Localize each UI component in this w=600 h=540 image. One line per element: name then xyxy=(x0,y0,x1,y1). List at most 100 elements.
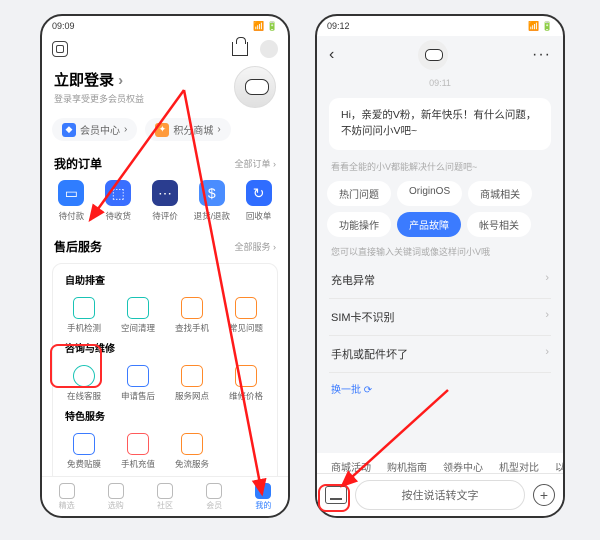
tab-bar: 精选 选购 社区 会员 我的 xyxy=(42,476,288,516)
faq-icon xyxy=(235,297,257,319)
faq-broken[interactable]: 手机或配件坏了› xyxy=(329,336,551,373)
cleanup-icon xyxy=(127,297,149,319)
svc-dataflow[interactable]: 免流服务 xyxy=(165,427,219,476)
orders-row: ▭待付款 ⬚待收货 ⋯待评价 $退货/退款 ↻回收单 xyxy=(42,174,288,230)
chat-icon: ⋯ xyxy=(152,180,178,206)
chat-area: ‹ ··· 09:11 Hi，亲爱的V粉，新年快乐！有什么问题，不妨问问小V吧~… xyxy=(317,36,563,518)
bot-avatar-icon[interactable] xyxy=(418,40,448,70)
form-icon xyxy=(127,365,149,387)
crown-icon xyxy=(206,483,222,499)
mini-avatar-icon[interactable] xyxy=(260,40,278,58)
tab-shop[interactable]: 选购 xyxy=(91,477,140,516)
status-right: 📶 🔋 xyxy=(528,21,553,32)
chat-input-bar: 按住说话转文字 + xyxy=(317,473,563,516)
login-title: 立即登录 xyxy=(54,69,144,90)
svc-apply[interactable]: 申请售后 xyxy=(111,359,165,408)
tag-compare[interactable]: 机型对比 xyxy=(499,459,539,474)
svc-online-cs[interactable]: 在线客服 xyxy=(57,359,111,408)
svc-price[interactable]: 维修价格 xyxy=(219,359,273,408)
pill-function[interactable]: 功能操作 xyxy=(327,212,391,237)
phone-check-icon xyxy=(73,297,95,319)
chevron-right-icon: › xyxy=(545,346,549,362)
pill-originos[interactable]: OriginOS xyxy=(397,181,462,206)
headset-icon xyxy=(73,365,95,387)
hint2: 您可以直接输入关键词或像这样问小V哦 xyxy=(317,241,563,262)
tab-community[interactable]: 社区 xyxy=(140,477,189,516)
location-icon xyxy=(181,365,203,387)
recycle-icon: ↻ xyxy=(246,180,272,206)
back-icon[interactable]: ‹ xyxy=(329,46,334,64)
orders-head: 我的订单 全部订单 › xyxy=(42,153,288,174)
pill-account[interactable]: 帐号相关 xyxy=(467,212,531,237)
chevron-right-icon: › xyxy=(545,309,549,325)
svc-topup[interactable]: 手机充值 xyxy=(111,427,165,476)
pill-mall[interactable]: 商城相关 xyxy=(468,181,532,206)
tab-member[interactable]: 会员 xyxy=(190,477,239,516)
tag-coupon[interactable]: 领券中心 xyxy=(443,459,483,474)
service-card: 自助排查 手机检测 空间清理 查找手机 常见问题 咨询与维修 在线客服 申请售后… xyxy=(52,263,278,485)
tab-mine[interactable]: 我的 xyxy=(239,477,288,516)
voice-input[interactable]: 按住说话转文字 xyxy=(355,480,525,510)
top-bar xyxy=(42,36,288,62)
order-pending-ship[interactable]: ⬚待收货 xyxy=(95,180,142,222)
phone-right: 09:12 📶 🔋 ‹ ··· 09:11 Hi，亲爱的V粉，新年快乐！有什么问… xyxy=(315,14,565,518)
order-refund[interactable]: $退货/退款 xyxy=(188,180,235,222)
hint1: 看看全能的小V都能解决什么问题吧~ xyxy=(317,156,563,177)
order-pending-pay[interactable]: ▭待付款 xyxy=(48,180,95,222)
heart-icon xyxy=(59,483,75,499)
group1-head: 自助排查 xyxy=(57,272,273,291)
bag-icon xyxy=(108,483,124,499)
chip-row: ◆会员中心› ✦积分商城› xyxy=(42,112,288,147)
timestamp: 09:11 xyxy=(317,74,563,92)
orders-more[interactable]: 全部订单 › xyxy=(235,157,277,170)
wallet-icon: ▭ xyxy=(58,180,84,206)
login-sub: 登录享受更多会员权益 xyxy=(54,92,144,105)
refresh-link[interactable]: 换一批 ⟳ xyxy=(317,373,563,404)
pill-hot[interactable]: 热门问题 xyxy=(327,181,391,206)
faq-sim[interactable]: SIM卡不识别› xyxy=(329,299,551,336)
refund-icon: $ xyxy=(199,180,225,206)
login-row[interactable]: 立即登录 登录享受更多会员权益 xyxy=(42,62,288,112)
status-time: 09:12 xyxy=(327,21,350,31)
tag-guide[interactable]: 购机指南 xyxy=(387,459,427,474)
group2-head: 咨询与维修 xyxy=(57,340,273,359)
service-more[interactable]: 全部服务 › xyxy=(235,240,277,253)
chevron-right-icon: › xyxy=(545,272,549,288)
diamond-icon: ◆ xyxy=(62,123,76,137)
svc-faq[interactable]: 常见问题 xyxy=(219,291,273,340)
tag-more[interactable]: 以 xyxy=(555,459,563,474)
tab-featured[interactable]: 精选 xyxy=(42,477,91,516)
tag-mall-event[interactable]: 商城活动 xyxy=(331,459,371,474)
svc-cleanup[interactable]: 空间清理 xyxy=(111,291,165,340)
pill-fault[interactable]: 产品故障 xyxy=(397,212,461,237)
chip-member[interactable]: ◆会员中心› xyxy=(52,118,137,141)
community-icon xyxy=(157,483,173,499)
svc-find[interactable]: 查找手机 xyxy=(165,291,219,340)
pill-row: 热门问题 OriginOS 商城相关 功能操作 产品故障 帐号相关 xyxy=(317,177,563,241)
service-head: 售后服务 全部服务 › xyxy=(42,236,288,257)
chat-topbar: ‹ ··· xyxy=(317,36,563,74)
topup-icon xyxy=(127,433,149,455)
chip-points[interactable]: ✦积分商城› xyxy=(145,118,230,141)
status-time: 09:09 xyxy=(52,21,75,31)
gift-icon: ✦ xyxy=(155,123,169,137)
more-icon[interactable]: ··· xyxy=(532,46,551,64)
price-icon xyxy=(235,365,257,387)
film-icon xyxy=(73,433,95,455)
cart-icon[interactable] xyxy=(232,42,248,56)
svc-phone-check[interactable]: 手机检测 xyxy=(57,291,111,340)
keyboard-icon[interactable] xyxy=(325,486,347,504)
add-icon[interactable]: + xyxy=(533,484,555,506)
order-review[interactable]: ⋯待评价 xyxy=(142,180,189,222)
main-scroll[interactable]: 立即登录 登录享受更多会员权益 ◆会员中心› ✦积分商城› 我的订单 全部订单 … xyxy=(42,36,288,516)
order-recycle[interactable]: ↻回收单 xyxy=(235,180,282,222)
phone-left: 09:09 📶 🔋 立即登录 登录享受更多会员权益 ◆会员中心› ✦积 xyxy=(40,14,290,518)
faq-charging[interactable]: 充电异常› xyxy=(329,262,551,299)
bot-avatar-icon[interactable] xyxy=(234,66,276,108)
group3-head: 特色服务 xyxy=(57,408,273,427)
settings-icon[interactable] xyxy=(52,41,68,57)
package-icon: ⬚ xyxy=(105,180,131,206)
svc-location[interactable]: 服务网点 xyxy=(165,359,219,408)
svc-film[interactable]: 免费贴膜 xyxy=(57,427,111,476)
status-right: 📶 🔋 xyxy=(253,21,278,32)
